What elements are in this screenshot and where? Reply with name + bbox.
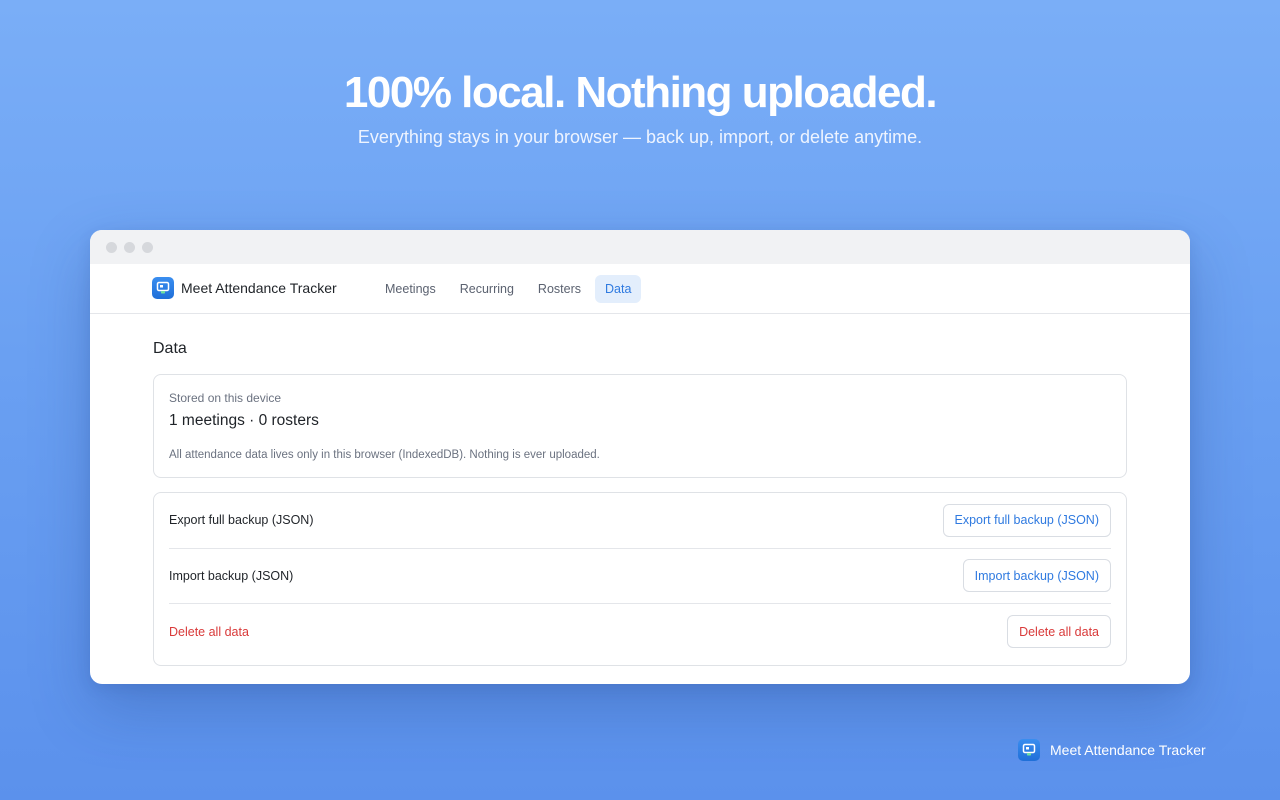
import-backup-button[interactable]: Import backup (JSON) <box>962 559 1111 593</box>
tab-data[interactable]: Data <box>595 275 642 303</box>
top-navigation: Meet Attendance Tracker Meetings Recurri… <box>90 264 1190 314</box>
import-label: Import backup (JSON) <box>169 568 294 583</box>
window-control-dot[interactable] <box>124 242 135 253</box>
export-row: Export full backup (JSON) Export full ba… <box>169 493 1111 549</box>
storage-summary-card: Stored on this device 1 meetings · 0 ros… <box>153 374 1127 478</box>
meet-app-icon <box>1018 739 1040 761</box>
page-title: Data <box>153 340 187 357</box>
hero-title: 100% local. Nothing uploaded. <box>343 68 938 117</box>
storage-summary: 1 meetings · 0 rosters <box>169 412 319 429</box>
import-row: Import backup (JSON) Import backup (JSON… <box>169 549 1111 604</box>
window-titlebar <box>90 230 1190 264</box>
footer-brand: Meet Attendance Tracker <box>1018 739 1206 761</box>
delete-all-button[interactable]: Delete all data <box>1007 615 1111 649</box>
export-label: Export full backup (JSON) <box>169 513 314 528</box>
main-content: Data Stored on this device 1 meetings · … <box>153 338 1127 666</box>
tab-rosters[interactable]: Rosters <box>528 275 591 303</box>
app-brand[interactable]: Meet Attendance Tracker <box>152 277 337 299</box>
data-actions-card: Export full backup (JSON) Export full ba… <box>153 492 1127 666</box>
export-backup-button[interactable]: Export full backup (JSON) <box>942 503 1111 537</box>
delete-row: Delete all data Delete all data <box>169 604 1111 660</box>
nav-tabs: Meetings Recurring Rosters Data <box>375 275 645 303</box>
storage-label: Stored on this device <box>169 391 282 405</box>
footer-app-name: Meet Attendance Tracker <box>1050 742 1206 758</box>
tab-meetings[interactable]: Meetings <box>375 275 446 303</box>
app-name: Meet Attendance Tracker <box>181 280 337 296</box>
meet-app-icon <box>152 277 174 299</box>
window-control-dot[interactable] <box>106 242 117 253</box>
app-window: Meet Attendance Tracker Meetings Recurri… <box>90 230 1190 684</box>
tab-recurring[interactable]: Recurring <box>450 275 524 303</box>
storage-note: All attendance data lives only in this b… <box>169 449 600 461</box>
delete-label: Delete all data <box>169 624 249 639</box>
window-control-dot[interactable] <box>142 242 153 253</box>
hero-subtitle: Everything stays in your browser — back … <box>357 127 923 147</box>
